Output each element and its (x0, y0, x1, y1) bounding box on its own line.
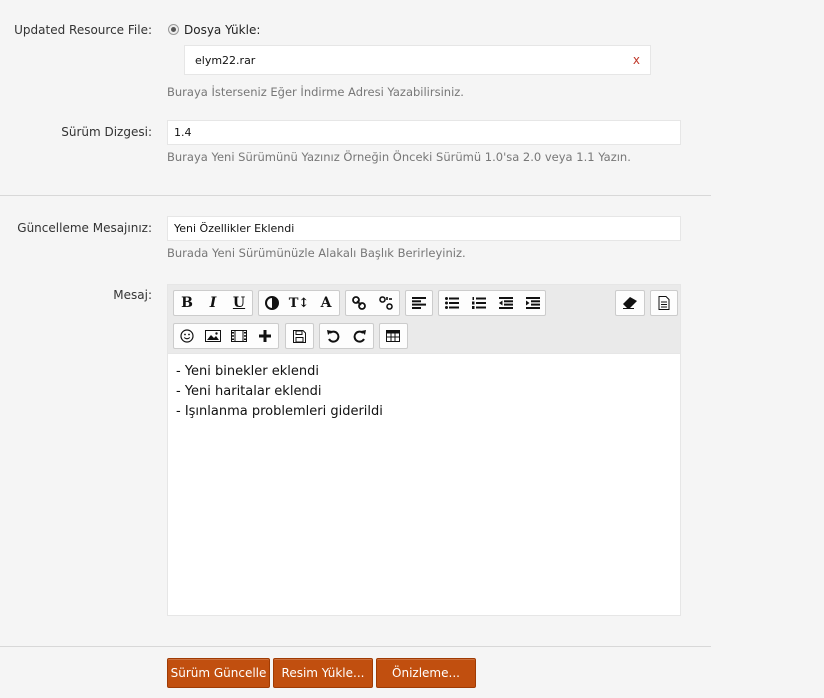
source-group (650, 290, 678, 316)
footer-divider (0, 646, 711, 647)
update-message-hint: Burada Yeni Sürümünüzle Alakalı Başlık B… (167, 246, 466, 260)
insert-group (173, 323, 279, 349)
file-name-field[interactable]: elym22.rar x (184, 45, 651, 75)
message-line: - Yeni binekler eklendi (176, 364, 319, 379)
table-icon[interactable] (380, 324, 406, 348)
table-group (379, 323, 408, 349)
update-message-input[interactable]: Yeni Özellikler Eklendi (167, 216, 681, 241)
message-line: - Yeni haritalar eklendi (176, 384, 322, 399)
outdent-icon[interactable] (493, 291, 519, 315)
bullet-list-icon[interactable] (439, 291, 465, 315)
update-message-label: Güncelleme Mesajınız: (17, 221, 152, 235)
link-icon[interactable] (346, 291, 372, 315)
version-hint: Buraya Yeni Sürümünü Yazınız Örneğin Önc… (167, 150, 631, 164)
undo-icon[interactable] (320, 324, 346, 348)
format-group: B I U (173, 290, 253, 316)
style-group: T↕ A (258, 290, 340, 316)
message-line: - Işınlanma problemleri giderildi (176, 404, 383, 419)
version-label: Sürüm Dizgesi: (61, 125, 152, 139)
remove-format-group (615, 290, 645, 316)
media-icon[interactable] (226, 324, 252, 348)
clear-file-icon[interactable]: x (633, 53, 640, 67)
message-label: Mesaj: (113, 288, 152, 302)
preview-button[interactable]: Önizleme... (376, 658, 476, 688)
file-name-text: elym22.rar (195, 53, 256, 67)
smiley-icon[interactable] (174, 324, 200, 348)
eraser-icon[interactable] (617, 291, 643, 315)
align-left-icon[interactable] (406, 291, 432, 315)
plus-icon[interactable] (252, 324, 278, 348)
save-icon[interactable] (286, 324, 312, 348)
section-divider (0, 195, 711, 196)
italic-button[interactable]: I (200, 291, 226, 315)
editor-toolbar: B I U T↕ A (167, 284, 681, 354)
align-group (405, 290, 433, 316)
list-group (438, 290, 546, 316)
upload-file-radio[interactable] (168, 24, 179, 35)
redo-icon[interactable] (347, 324, 373, 348)
message-editor[interactable]: - Yeni binekler eklendi - Yeni haritalar… (167, 354, 681, 616)
resource-file-label: Updated Resource File: (14, 23, 152, 37)
link-group (345, 290, 400, 316)
save-version-button[interactable]: Sürüm Güncelle (167, 658, 270, 688)
version-input[interactable]: 1.4 (167, 120, 681, 145)
save-draft-group (285, 323, 314, 349)
image-icon[interactable] (200, 324, 226, 348)
bold-button[interactable]: B (174, 291, 200, 315)
indent-icon[interactable] (520, 291, 546, 315)
underline-button[interactable]: U (226, 291, 252, 315)
upload-file-radio-label[interactable]: Dosya Yükle: (184, 23, 260, 37)
numbered-list-icon[interactable] (466, 291, 492, 315)
font-size-button[interactable]: T↕ (286, 291, 312, 315)
unlink-icon[interactable] (373, 291, 399, 315)
font-family-button[interactable]: A (313, 291, 339, 315)
resource-file-hint: Buraya İsterseniz Eğer İndirme Adresi Ya… (167, 85, 464, 99)
document-icon[interactable] (651, 291, 677, 315)
text-color-icon[interactable] (259, 291, 285, 315)
upload-image-button[interactable]: Resim Yükle... (273, 658, 373, 688)
history-group (319, 323, 374, 349)
